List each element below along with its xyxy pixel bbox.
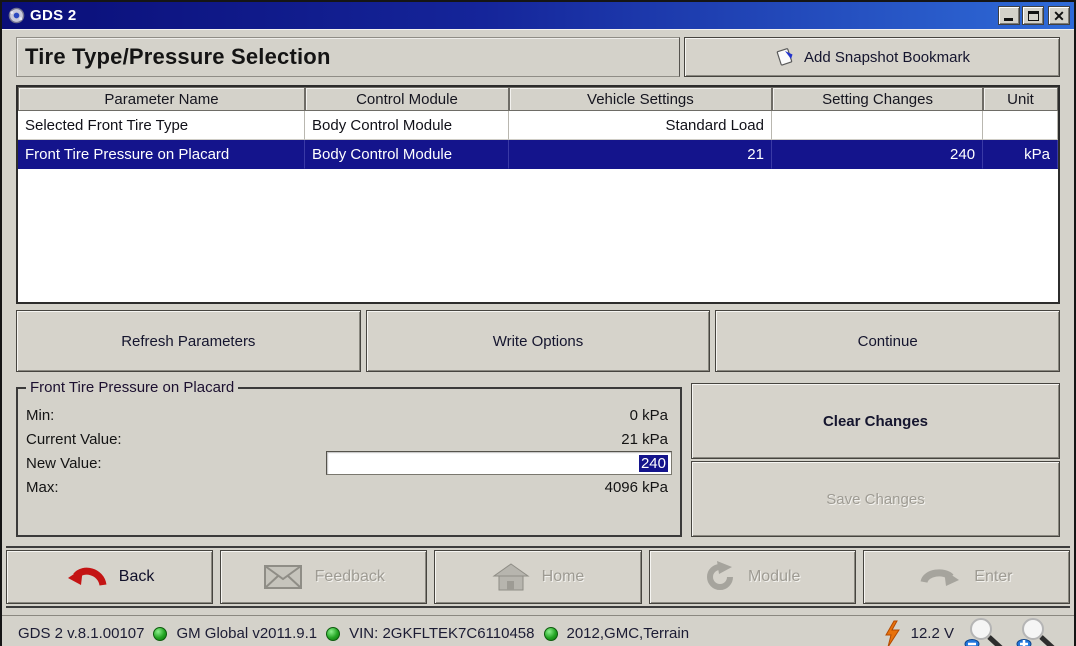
column-header-vehicle-settings: Vehicle Settings <box>509 87 772 111</box>
cell-parameter-name: Selected Front Tire Type <box>18 111 305 140</box>
vehicle-description: 2012,GMC,Terrain <box>567 625 690 642</box>
table-header: Parameter Name Control Module Vehicle Se… <box>18 87 1058 111</box>
continue-button[interactable]: Continue <box>715 310 1060 372</box>
back-button[interactable]: Back <box>6 550 213 604</box>
header-row: Tire Type/Pressure Selection Add Snapsho… <box>16 37 1060 77</box>
groupbox-title: Front Tire Pressure on Placard <box>26 379 238 396</box>
refresh-parameters-button[interactable]: Refresh Parameters <box>16 310 361 372</box>
current-value-row: Current Value: 21 kPa <box>26 427 672 451</box>
back-arrow-icon <box>65 561 107 593</box>
cell-control-module: Body Control Module <box>305 140 509 169</box>
parameter-table: Parameter Name Control Module Vehicle Se… <box>16 85 1060 304</box>
statusbar-right: 12.2 V <box>883 618 1058 646</box>
max-label: Max: <box>26 479 326 496</box>
max-value: 4096 kPa <box>326 479 672 496</box>
statusbar: GDS 2 v.8.1.00107 GM Global v2011.9.1 VI… <box>2 615 1074 646</box>
app-version: GDS 2 v.8.1.00107 <box>18 625 144 642</box>
current-value-label: Current Value: <box>26 431 326 448</box>
lower-section: Front Tire Pressure on Placard Min: 0 kP… <box>16 381 1060 537</box>
voltage-bolt-icon <box>883 620 901 646</box>
bookmark-icon <box>774 46 796 68</box>
current-value: 21 kPa <box>326 431 672 448</box>
module-refresh-icon <box>704 561 736 593</box>
cell-setting-changes <box>772 111 983 140</box>
feedback-button: Feedback <box>220 550 427 604</box>
column-header-control-module: Control Module <box>305 87 509 111</box>
module-button: Module <box>649 550 856 604</box>
add-snapshot-bookmark-button[interactable]: Add Snapshot Bookmark <box>684 37 1060 77</box>
window-title: GDS 2 <box>30 7 996 24</box>
back-label: Back <box>119 568 155 586</box>
titlebar: GDS 2 ✕ <box>2 2 1074 29</box>
bookmark-button-label: Add Snapshot Bookmark <box>804 49 970 66</box>
write-options-button[interactable]: Write Options <box>366 310 711 372</box>
enter-arrow-icon <box>920 562 962 592</box>
min-row: Min: 0 kPa <box>26 403 672 427</box>
cell-setting-changes: 240 <box>772 140 983 169</box>
cell-vehicle-settings: 21 <box>509 140 772 169</box>
module-label: Module <box>748 568 800 586</box>
page-title: Tire Type/Pressure Selection <box>25 44 331 70</box>
zoom-in-button[interactable] <box>1016 618 1058 646</box>
enter-label: Enter <box>974 568 1012 586</box>
max-row: Max: 4096 kPa <box>26 475 672 499</box>
minimize-button[interactable] <box>998 6 1020 25</box>
zoom-out-button[interactable] <box>964 618 1006 646</box>
column-header-unit: Unit <box>983 87 1058 111</box>
minimize-icon <box>1004 18 1013 21</box>
gds2-app-icon <box>8 7 25 24</box>
maximize-button[interactable] <box>1022 6 1044 25</box>
table-row[interactable]: Selected Front Tire Type Body Control Mo… <box>18 111 1058 140</box>
status-led-icon <box>153 627 167 641</box>
close-button[interactable]: ✕ <box>1048 6 1070 25</box>
new-value-input[interactable]: 240 <box>326 451 672 475</box>
min-value: 0 kPa <box>326 407 672 424</box>
new-value-text: 240 <box>639 455 668 472</box>
vin: VIN: 2GKFLTEK7C6110458 <box>349 625 534 642</box>
enter-button: Enter <box>863 550 1070 604</box>
bottom-navbar: Back Feedback Home <box>6 546 1070 608</box>
status-led-icon <box>544 627 558 641</box>
gds2-window: GDS 2 ✕ Tire Type/Pressure Selection Add… <box>0 0 1076 646</box>
save-changes-button: Save Changes <box>691 461 1060 537</box>
magnifier-plus-icon <box>1016 618 1058 646</box>
envelope-icon <box>263 563 303 591</box>
maximize-icon <box>1028 11 1039 21</box>
table-row-selected[interactable]: Front Tire Pressure on Placard Body Cont… <box>18 140 1058 169</box>
cell-parameter-name: Front Tire Pressure on Placard <box>18 140 305 169</box>
home-icon <box>492 562 530 592</box>
cell-vehicle-settings: Standard Load <box>509 111 772 140</box>
min-label: Min: <box>26 407 326 424</box>
home-button: Home <box>434 550 641 604</box>
column-header-setting-changes: Setting Changes <box>772 87 983 111</box>
magnifier-minus-icon <box>964 618 1006 646</box>
cell-unit: kPa <box>983 140 1058 169</box>
feedback-label: Feedback <box>315 568 385 586</box>
new-value-label: New Value: <box>26 455 326 472</box>
clear-changes-button[interactable]: Clear Changes <box>691 383 1060 459</box>
side-action-bar: Clear Changes Save Changes <box>691 383 1060 537</box>
mid-action-bar: Refresh Parameters Write Options Continu… <box>16 310 1060 372</box>
new-value-row: New Value: 240 <box>26 451 672 475</box>
table-body: Selected Front Tire Type Body Control Mo… <box>18 111 1058 302</box>
home-label: Home <box>542 568 585 586</box>
page-title-panel: Tire Type/Pressure Selection <box>16 37 680 77</box>
software-version: GM Global v2011.9.1 <box>176 625 317 642</box>
cell-control-module: Body Control Module <box>305 111 509 140</box>
main-content: Tire Type/Pressure Selection Add Snapsho… <box>2 29 1074 646</box>
column-header-parameter-name: Parameter Name <box>18 87 305 111</box>
status-led-icon <box>326 627 340 641</box>
battery-voltage: 12.2 V <box>911 625 954 642</box>
close-icon: ✕ <box>1053 9 1065 23</box>
parameter-detail-groupbox: Front Tire Pressure on Placard Min: 0 kP… <box>16 387 682 537</box>
cell-unit <box>983 111 1058 140</box>
